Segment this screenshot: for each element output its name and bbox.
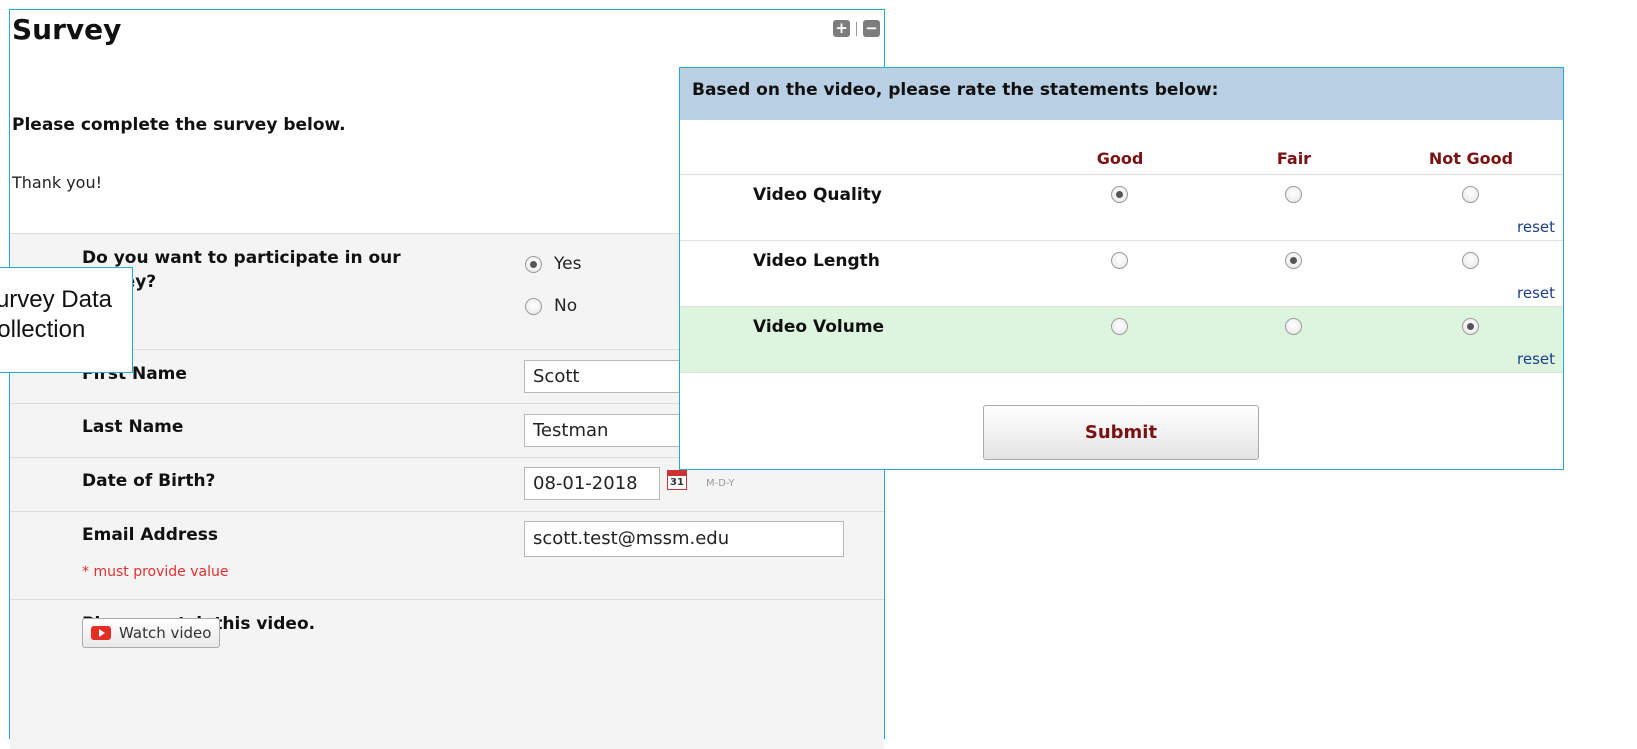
panel-controls: + − <box>833 20 880 37</box>
radio-length-fair[interactable] <box>1285 252 1302 269</box>
thank-you-text: Thank you! <box>12 173 103 192</box>
divider <box>680 372 1563 373</box>
radio-quality-fair[interactable] <box>1285 186 1302 203</box>
column-header-fair: Fair <box>1276 149 1312 168</box>
matrix-row-video-length: Video Length reset <box>680 240 1563 306</box>
matrix-row-label: Video Quality <box>753 185 882 205</box>
reset-link[interactable]: reset <box>1517 218 1555 236</box>
reset-link[interactable]: reset <box>1517 350 1555 368</box>
survey-instructions: Please complete the survey below. <box>12 115 346 135</box>
participate-question: Do you want to participate in our survey… <box>82 248 401 292</box>
matrix-row-video-quality: Video Quality reset <box>680 174 1563 240</box>
last-name-label: Last Name <box>82 417 184 437</box>
dob-label: Date of Birth? <box>82 471 216 491</box>
date-format-hint: M-D-Y <box>706 478 735 489</box>
matrix-row-label: Video Volume <box>753 317 885 337</box>
radio-volume-not-good[interactable] <box>1462 318 1479 335</box>
callout-text: Survey Data Collection <box>0 286 112 343</box>
divider <box>856 21 857 36</box>
participate-option-yes[interactable]: Yes <box>525 254 581 274</box>
expand-icon[interactable]: + <box>833 20 850 37</box>
collapse-icon[interactable]: − <box>863 20 880 37</box>
radio-length-good[interactable] <box>1111 252 1128 269</box>
participate-option-no[interactable]: No <box>525 296 577 316</box>
option-label: Yes <box>554 254 582 274</box>
callout-box: Survey Data Collection <box>0 267 133 373</box>
email-label: Email Address <box>82 525 219 545</box>
radio-volume-good[interactable] <box>1111 318 1128 335</box>
column-header-not-good: Not Good <box>1428 149 1514 168</box>
required-note: * must provide value <box>82 564 229 580</box>
watch-video-label: Watch video <box>119 624 212 642</box>
radio-yes[interactable] <box>525 255 542 273</box>
dob-field[interactable]: 08-01-2018 <box>524 467 660 500</box>
email-row: Email Address scott.test@mssm.edu * must… <box>10 511 884 599</box>
option-label: No <box>554 296 578 316</box>
reset-link[interactable]: reset <box>1517 284 1555 302</box>
matrix-row-label: Video Length <box>753 251 880 271</box>
watch-video-button[interactable]: Watch video <box>82 618 221 648</box>
radio-no[interactable] <box>525 297 542 315</box>
matrix-header: Based on the video, please rate the stat… <box>680 68 1563 120</box>
matrix-row-video-volume: Video Volume reset <box>680 306 1563 372</box>
submit-button[interactable]: Submit <box>983 405 1259 460</box>
radio-quality-good[interactable] <box>1111 186 1128 203</box>
column-header-good: Good <box>1096 149 1144 168</box>
page-title: Survey <box>12 13 122 46</box>
youtube-icon <box>91 626 111 640</box>
email-field[interactable]: scott.test@mssm.edu <box>524 521 844 557</box>
radio-quality-not-good[interactable] <box>1462 186 1479 203</box>
rating-matrix-panel: Based on the video, please rate the stat… <box>679 67 1564 470</box>
radio-volume-fair[interactable] <box>1285 318 1302 335</box>
calendar-icon[interactable]: 31 <box>667 470 687 490</box>
radio-length-not-good[interactable] <box>1462 252 1479 269</box>
